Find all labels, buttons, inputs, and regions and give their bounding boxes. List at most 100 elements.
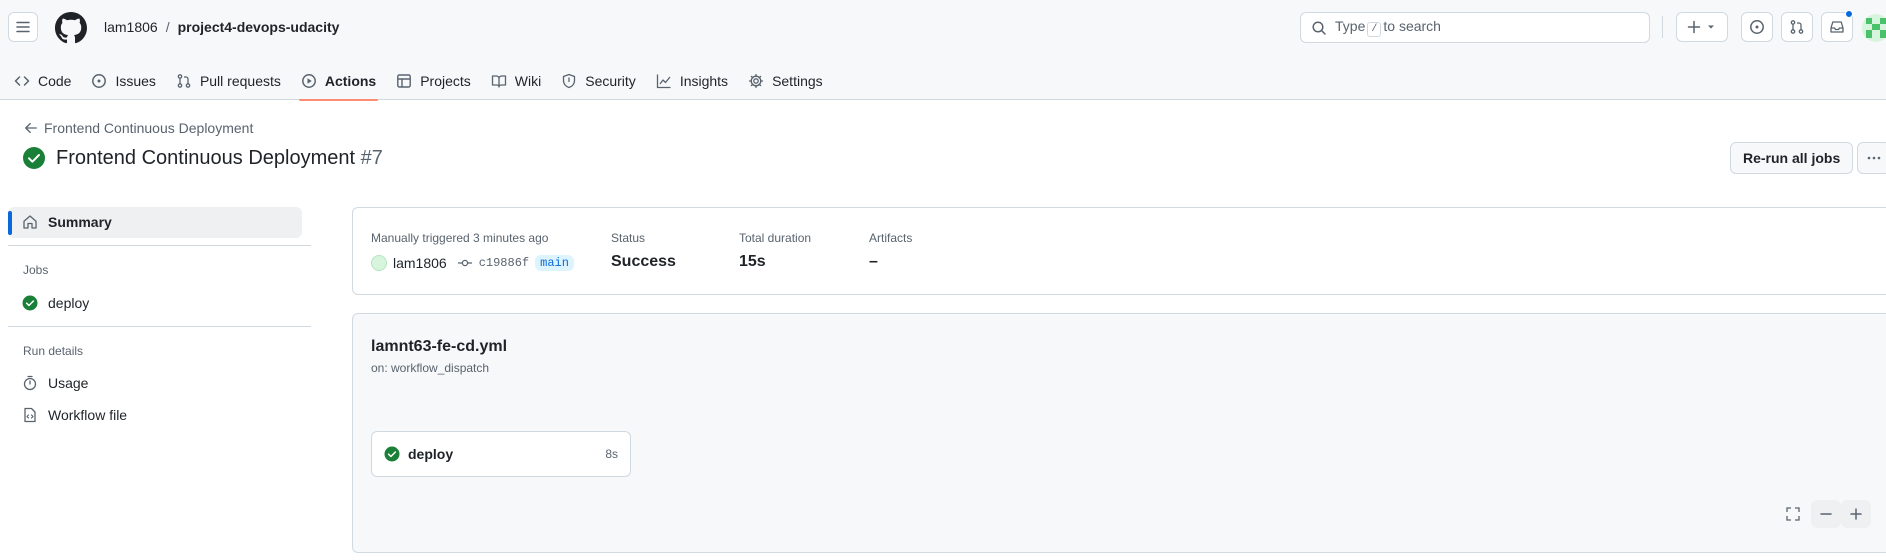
code-icon (14, 76, 30, 86)
pull-request-icon (1790, 20, 1804, 34)
jobs-heading: Jobs (23, 263, 49, 277)
book-icon (491, 75, 506, 88)
workflow-file-name: lamnt63-fe-cd.yml (371, 338, 508, 355)
stopwatch-icon (23, 375, 37, 391)
home-icon (23, 215, 37, 229)
run-title-row: Frontend Continuous Deployment #7 (22, 146, 383, 170)
duration-value: 15s (739, 253, 766, 270)
job-name: deploy (408, 446, 454, 462)
run-details-heading: Run details (23, 344, 84, 358)
run-title: Frontend Continuous Deployment (56, 146, 356, 169)
issues-button[interactable] (1741, 12, 1773, 42)
tab-security[interactable]: Security (551, 62, 646, 100)
branch-label[interactable]: main (535, 255, 574, 271)
status-value: Success (611, 253, 676, 270)
global-header: lam1806 / project4-devops-udacity Type / t… (0, 0, 1886, 101)
sidebar-divider (8, 326, 311, 327)
check-circle-fill-icon (22, 295, 38, 311)
owner-link[interactable]: lam1806 (104, 19, 158, 35)
kebab-horizontal-icon (1867, 156, 1881, 160)
run-number: #7 (360, 146, 383, 169)
tab-label: Wiki (514, 73, 542, 89)
job-card-deploy[interactable]: deploy 8s (371, 431, 631, 477)
menu-button[interactable] (8, 12, 38, 42)
tab-pull-requests[interactable]: Pull requests (166, 62, 291, 100)
tab-label: Pull requests (199, 73, 281, 89)
tab-issues[interactable]: Issues (81, 62, 165, 100)
tab-wiki[interactable]: Wiki (481, 62, 551, 100)
search-input[interactable]: Type / to search (1300, 12, 1650, 43)
zoom-out-button[interactable] (1811, 500, 1841, 528)
header-divider (1662, 16, 1663, 38)
file-code-icon (24, 407, 36, 423)
artifacts-value: – (869, 253, 878, 270)
sidebar-item-label: Summary (48, 214, 112, 230)
tab-actions[interactable]: Actions (291, 62, 386, 101)
pull-requests-button[interactable] (1781, 12, 1813, 42)
back-link-label: Frontend Continuous Deployment (44, 120, 254, 136)
back-link[interactable]: Frontend Continuous Deployment (24, 120, 253, 136)
tab-label: Issues (115, 73, 156, 89)
rerun-all-jobs-button[interactable]: Re-run all jobs (1730, 142, 1854, 174)
actor-avatar[interactable] (371, 255, 387, 271)
sidebar-item-job-deploy[interactable]: deploy (14, 287, 89, 319)
plus-icon (1850, 508, 1862, 520)
check-circle-fill-icon (23, 147, 45, 169)
commit-sha[interactable]: c19886f (479, 256, 529, 270)
notification-dot (1845, 10, 1853, 18)
commit-icon (457, 259, 472, 267)
pull-request-icon (177, 74, 191, 88)
zoom-in-button[interactable] (1841, 500, 1871, 528)
github-logo-icon[interactable] (55, 12, 87, 44)
chevron-down-icon (1708, 25, 1714, 29)
create-new-button[interactable] (1676, 12, 1728, 42)
run-summary-panel: Manually triggered 3 minutes ago lam1806… (352, 207, 1886, 295)
tab-projects[interactable]: Projects (386, 62, 481, 100)
plus-icon (1687, 20, 1714, 34)
workflow-graph-panel: lamnt63-fe-cd.yml on: workflow_dispatch … (352, 313, 1886, 553)
table-icon (397, 74, 412, 88)
sidebar-item-usage[interactable]: Usage (14, 367, 88, 399)
page-title: Frontend Continuous Deployment #7 (56, 147, 383, 170)
tab-label: Actions (324, 73, 377, 89)
repo-breadcrumb: lam1806 / project4-devops-udacity (104, 19, 339, 35)
user-avatar[interactable] (1862, 14, 1886, 42)
screen-full-icon (1786, 507, 1800, 521)
sidebar-divider (8, 245, 311, 246)
run-actor-row: lam1806 c19886f main (371, 255, 574, 271)
trigger-label: Manually triggered 3 minutes ago (371, 231, 549, 245)
gear-icon (748, 73, 764, 89)
tab-settings[interactable]: Settings (738, 62, 833, 100)
repo-nav: Code Issues Pull requests Actions Projec… (0, 62, 833, 101)
duration-label: Total duration (739, 231, 812, 245)
search-shortcut-key: / (1367, 22, 1382, 37)
issue-icon (1750, 20, 1764, 34)
check-circle-fill-icon (384, 446, 400, 462)
tab-label: Code (38, 73, 72, 89)
repo-link[interactable]: project4-devops-udacity (178, 19, 340, 35)
artifacts-label: Artifacts (869, 231, 913, 245)
job-duration: 8s (605, 447, 618, 461)
arrow-left-icon (25, 122, 37, 134)
minus-icon (1820, 513, 1832, 515)
graph-icon (656, 74, 671, 89)
search-placeholder: Type / to search (1335, 18, 1441, 37)
sidebar-item-summary[interactable]: Summary (14, 206, 112, 238)
workflow-trigger: on: workflow_dispatch (371, 361, 490, 375)
breadcrumb-separator: / (165, 19, 170, 35)
play-icon (301, 74, 316, 88)
actor-name[interactable]: lam1806 (393, 255, 447, 271)
sidebar-item-workflow-file[interactable]: Workflow file (14, 399, 127, 431)
tab-label: Insights (679, 73, 729, 89)
tab-label: Settings (772, 73, 823, 89)
inbox-icon (1830, 21, 1844, 33)
fullscreen-button[interactable] (1778, 500, 1808, 528)
sidebar-item-label: deploy (48, 295, 90, 311)
tab-code[interactable]: Code (0, 62, 81, 100)
search-icon (1312, 20, 1326, 35)
sidebar-item-label: Workflow file (48, 407, 128, 423)
tab-insights[interactable]: Insights (646, 62, 738, 100)
shield-icon (563, 73, 576, 89)
more-options-button[interactable] (1857, 142, 1886, 174)
hamburger-icon (16, 21, 30, 33)
